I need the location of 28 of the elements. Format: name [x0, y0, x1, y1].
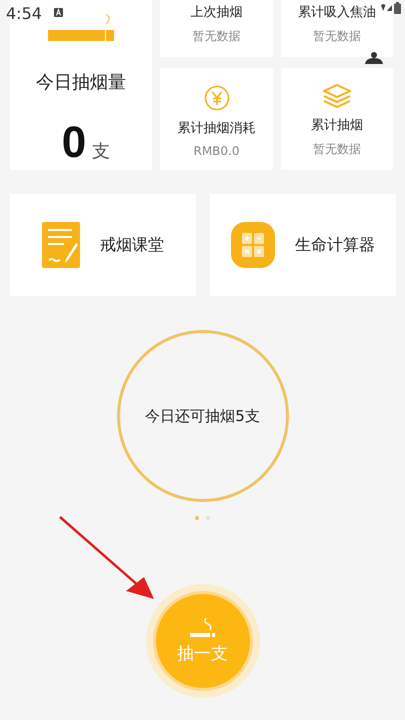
person-icon[interactable] — [364, 52, 384, 64]
today-label: 今日抽烟量 — [36, 71, 126, 94]
shortcut-card[interactable]: 生命计算器 — [210, 194, 396, 296]
notepad-icon — [42, 222, 80, 268]
notification-icon — [54, 8, 63, 17]
stat-title: 上次抽烟 — [190, 4, 242, 21]
remaining-text: 今日还可抽烟5支 — [145, 406, 260, 426]
stat-value: 暂无数据 — [313, 28, 361, 45]
stat-title: 累计吸入焦油 — [298, 4, 376, 21]
today-count: 0 — [62, 118, 86, 168]
shortcut-label: 生命计算器 — [295, 234, 375, 256]
stat-value: 暂无数据 — [192, 28, 240, 45]
yen-icon — [204, 85, 230, 111]
stat-title: 累计抽烟消耗 — [178, 120, 256, 137]
stat-title: 累计抽烟 — [311, 117, 363, 134]
shortcut-card[interactable]: 戒烟课堂 — [10, 194, 196, 296]
status-time: 4:54 — [6, 4, 42, 23]
count-unit: 支 — [92, 140, 110, 163]
battery-icon — [394, 2, 401, 14]
cigarette-icon — [48, 14, 114, 42]
shortcut-label: 戒烟课堂 — [100, 234, 164, 256]
calculator-icon — [231, 222, 275, 268]
stat-value: 暂无数据 — [313, 141, 361, 158]
layers-icon — [323, 84, 351, 108]
cigarette-icon — [190, 618, 216, 638]
stat-value: RMB0.0 — [193, 144, 240, 158]
page-dot[interactable] — [195, 516, 199, 520]
signal-icon — [381, 3, 392, 11]
